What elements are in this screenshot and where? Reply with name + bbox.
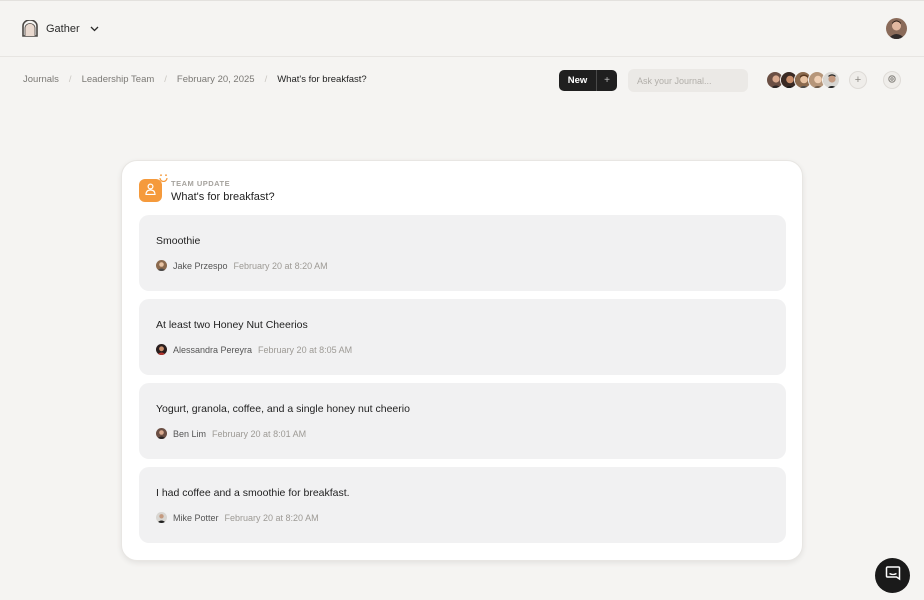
response-meta: Mike Potter February 20 at 8:20 AM: [156, 512, 319, 523]
person-icon: [145, 182, 156, 200]
settings-button[interactable]: [883, 71, 901, 89]
journal-card: TEAM UPDATE What's for breakfast? Smooth…: [121, 160, 803, 561]
response-author: Ben Lim: [173, 428, 207, 439]
chat-bubble-icon: [885, 565, 901, 586]
response-time: February 20 at 8:20 AM: [224, 512, 319, 523]
workspace-switcher[interactable]: Gather: [22, 20, 99, 37]
response-item[interactable]: At least two Honey Nut Cheerios Alessand…: [139, 299, 786, 375]
response-meta: Ben Lim February 20 at 8:01 AM: [156, 428, 306, 439]
response-time: February 20 at 8:20 AM: [233, 260, 328, 271]
response-author: Mike Potter: [173, 512, 219, 523]
response-author: Jake Przespo: [173, 260, 228, 271]
response-item[interactable]: Yogurt, granola, coffee, and a single ho…: [139, 383, 786, 459]
workspace-name: Gather: [46, 22, 80, 35]
response-author: Alessandra Pereyra: [173, 344, 253, 355]
response-text: At least two Honey Nut Cheerios: [156, 319, 308, 331]
breadcrumb-separator: /: [68, 74, 72, 85]
author-avatar: [156, 512, 167, 523]
sparkle-icon: [159, 174, 168, 184]
member-avatar: [822, 71, 840, 89]
response-text: I had coffee and a smoothie for breakfas…: [156, 487, 350, 499]
response-item[interactable]: I had coffee and a smoothie for breakfas…: [139, 467, 786, 543]
breadcrumb-separator: /: [264, 74, 268, 85]
card-title: What's for breakfast?: [171, 191, 275, 203]
response-text: Smoothie: [156, 235, 201, 247]
response-time: February 20 at 8:05 AM: [258, 344, 353, 355]
add-member-button[interactable]: +: [849, 71, 867, 89]
member-avatars[interactable]: [766, 71, 840, 89]
response-item[interactable]: Smoothie Jake Przespo February 20 at 8:2…: [139, 215, 786, 291]
card-icon: [139, 174, 168, 202]
responses-list: Smoothie Jake Przespo February 20 at 8:2…: [139, 215, 786, 551]
card-kicker: TEAM UPDATE: [171, 179, 231, 188]
response-meta: Jake Przespo February 20 at 8:20 AM: [156, 260, 328, 271]
author-avatar: [156, 428, 167, 439]
breadcrumb-leadership-team[interactable]: Leadership Team: [82, 74, 155, 85]
user-avatar[interactable]: [886, 18, 907, 39]
card-header: TEAM UPDATE What's for breakfast?: [139, 174, 275, 203]
breadcrumb-current: What's for breakfast?: [277, 74, 367, 85]
response-meta: Alessandra Pereyra February 20 at 8:05 A…: [156, 344, 352, 355]
response-time: February 20 at 8:01 AM: [212, 428, 307, 439]
chat-launcher-button[interactable]: [875, 558, 910, 593]
top-bar: Gather: [0, 1, 924, 57]
workspace-logo-icon: [22, 20, 38, 37]
new-button[interactable]: New: [559, 75, 596, 86]
breadcrumb: Journals / Leadership Team / February 20…: [23, 74, 367, 85]
breadcrumb-separator: /: [164, 74, 167, 85]
ask-journal-input[interactable]: [628, 69, 748, 92]
response-text: Yogurt, granola, coffee, and a single ho…: [156, 403, 410, 415]
new-split-button: New +: [559, 70, 617, 91]
author-avatar: [156, 344, 167, 355]
gear-icon: [887, 74, 897, 87]
breadcrumb-journals[interactable]: Journals: [23, 74, 59, 85]
author-avatar: [156, 260, 167, 271]
chevron-down-icon: [90, 24, 99, 34]
breadcrumb-date[interactable]: February 20, 2025: [177, 74, 255, 85]
new-plus-button[interactable]: +: [596, 70, 617, 91]
